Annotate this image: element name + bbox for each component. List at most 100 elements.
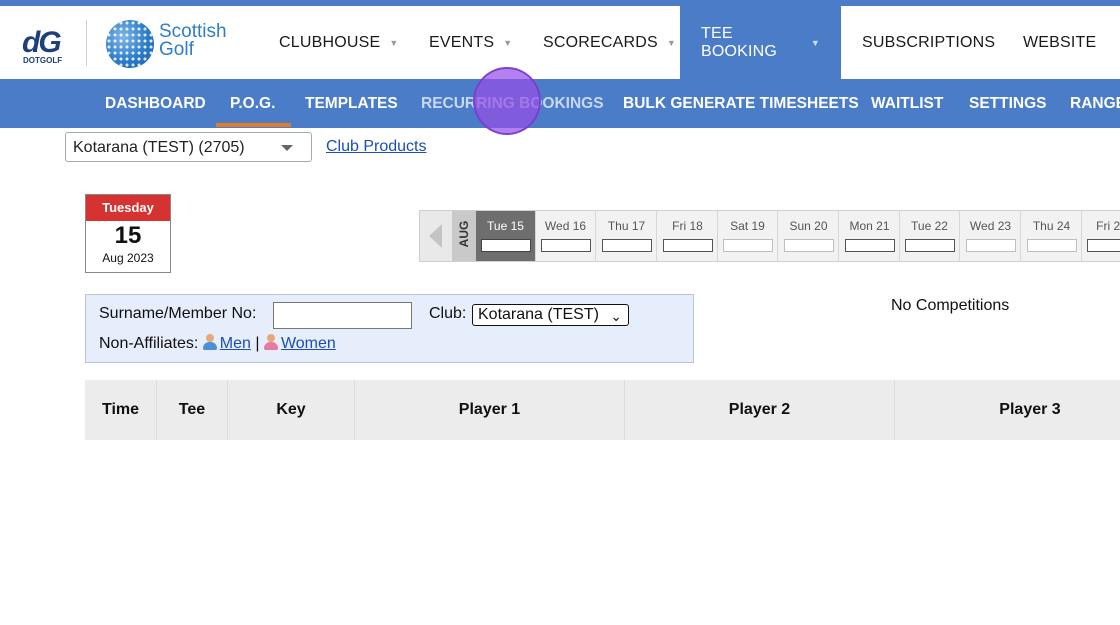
arrow-left-icon bbox=[429, 224, 442, 248]
no-competitions-text: No Competitions bbox=[891, 297, 1010, 314]
availability-bar bbox=[784, 239, 834, 252]
availability-bar bbox=[541, 239, 591, 252]
day-tab[interactable]: Sun 20 bbox=[779, 211, 839, 261]
nav-tee-booking-label: TEE BOOKING bbox=[701, 24, 778, 60]
chevron-down-icon: ⌄ bbox=[607, 306, 622, 325]
day-tab-label: Thu 24 bbox=[1032, 219, 1071, 233]
subnav-bulk-generate-timesheets[interactable]: BULK GENERATE TIMESHEETS bbox=[623, 79, 859, 128]
male-person-icon bbox=[202, 334, 217, 350]
nav-website-label: WEBSITE bbox=[1023, 33, 1097, 51]
day-tab[interactable]: Wed 16 bbox=[536, 211, 596, 261]
dotgolf-logo-text: DOTGOLF bbox=[23, 56, 63, 65]
member-search-panel: Surname/Member No: Club: Kotarana (TEST)… bbox=[85, 294, 694, 363]
club-filter-value: Kotarana (TEST) bbox=[478, 306, 599, 323]
logo-divider bbox=[86, 20, 87, 66]
column-header-player-3: Player 3 bbox=[999, 401, 1061, 418]
club-filter-select[interactable]: Kotarana (TEST) ⌄ bbox=[472, 304, 629, 326]
men-link[interactable]: Men bbox=[220, 335, 251, 352]
day-tab[interactable]: Mon 21 bbox=[840, 211, 900, 261]
female-person-icon bbox=[263, 334, 278, 350]
date-card-day: 15 bbox=[114, 222, 142, 249]
timesheet-header: Time Tee Key Player 1 Player 2 Player 3 bbox=[85, 380, 1120, 440]
day-tab-label: Fri 25 bbox=[1096, 219, 1120, 233]
subnav-templates[interactable]: TEMPLATES bbox=[305, 79, 398, 128]
subnav-settings[interactable]: SETTINGS bbox=[969, 79, 1047, 128]
nav-tee-booking[interactable]: TEE BOOKING ▼ bbox=[680, 6, 841, 79]
non-affiliates-row: Non-Affiliates: Men | Women bbox=[99, 334, 336, 353]
nav-scorecards[interactable]: SCORECARDS ▼ bbox=[543, 6, 676, 79]
caret-down-icon: ▼ bbox=[810, 37, 820, 48]
day-tab-label: Fri 18 bbox=[672, 219, 703, 233]
subnav-dashboard[interactable]: DASHBOARD bbox=[105, 79, 206, 128]
caret-down-icon: ▼ bbox=[503, 37, 513, 48]
dotgolf-logo-mark: dG bbox=[22, 26, 62, 59]
dropdown-arrow-icon bbox=[281, 145, 293, 151]
day-tab[interactable]: Fri 18 bbox=[658, 211, 718, 261]
nav-subscriptions[interactable]: SUBSCRIPTIONS bbox=[862, 6, 995, 79]
day-tab[interactable]: Wed 23 bbox=[961, 211, 1021, 261]
day-tab[interactable]: Fri 25 bbox=[1082, 211, 1120, 261]
previous-days-button[interactable] bbox=[420, 211, 452, 261]
column-header-player-1: Player 1 bbox=[355, 380, 625, 440]
club-select[interactable]: Kotarana (TEST) (2705) bbox=[65, 132, 312, 162]
column-header-player-2: Player 2 bbox=[625, 380, 895, 440]
availability-bar bbox=[905, 239, 955, 252]
date-card: Tuesday 15 Aug 2023 bbox=[85, 194, 171, 273]
day-selector: AUG Tue 15 Wed 16 Thu 17 Fri 18 Sat 19 S… bbox=[419, 210, 1120, 262]
day-tab-label: Wed 23 bbox=[969, 219, 1012, 233]
scottish-golf-ball-icon bbox=[106, 20, 154, 68]
availability-bar bbox=[966, 239, 1016, 252]
column-header-tee: Tee bbox=[157, 380, 228, 440]
nav-subscriptions-label: SUBSCRIPTIONS bbox=[862, 33, 996, 51]
column-header-key: Key bbox=[228, 380, 355, 440]
surname-input[interactable] bbox=[273, 302, 412, 329]
click-indicator bbox=[473, 67, 541, 135]
caret-down-icon: ▼ bbox=[666, 37, 677, 48]
day-tab-label: Sat 19 bbox=[730, 219, 765, 233]
day-tab-label: Wed 16 bbox=[544, 219, 587, 233]
day-tab[interactable]: Thu 17 bbox=[597, 211, 657, 261]
date-card-weekday: Tuesday bbox=[86, 195, 170, 221]
subnav-waitlist[interactable]: WAITLIST bbox=[871, 79, 943, 128]
non-affiliates-label: Non-Affiliates: bbox=[99, 335, 199, 352]
dotgolf-logo[interactable]: dG DOTGOLF bbox=[22, 26, 66, 68]
availability-bar bbox=[845, 239, 895, 252]
caret-down-icon: ▼ bbox=[389, 37, 399, 48]
column-header-time: Time bbox=[85, 380, 157, 440]
day-tab[interactable]: Tue 15 bbox=[476, 211, 536, 261]
day-tab-label: Tue 22 bbox=[911, 219, 948, 233]
club-select-value: Kotarana (TEST) (2705) bbox=[73, 139, 245, 156]
scottish-golf-line2: Golf bbox=[159, 39, 194, 60]
availability-bar bbox=[1087, 239, 1120, 252]
nav-scorecards-label: SCORECARDS bbox=[543, 33, 658, 51]
women-link[interactable]: Women bbox=[281, 335, 336, 352]
availability-bar bbox=[1027, 239, 1077, 252]
day-tab-label: Sun 20 bbox=[789, 219, 828, 233]
day-tab[interactable]: Thu 24 bbox=[1022, 211, 1082, 261]
nav-clubhouse-label: CLUBHOUSE bbox=[279, 33, 381, 51]
club-label: Club: bbox=[429, 305, 467, 322]
active-tab-indicator bbox=[216, 123, 291, 127]
subnav-range[interactable]: RANGE bbox=[1070, 79, 1120, 128]
day-tab[interactable]: Sat 19 bbox=[718, 211, 778, 261]
month-label: AUG bbox=[452, 211, 476, 261]
availability-bar bbox=[663, 239, 713, 252]
day-tab-label: Mon 21 bbox=[849, 219, 890, 233]
date-card-month-year: Aug 2023 bbox=[102, 251, 154, 265]
day-tab[interactable]: Tue 22 bbox=[900, 211, 960, 261]
sub-nav: DASHBOARD P.O.G. TEMPLATES RECURRING BOO… bbox=[0, 79, 1120, 128]
month-label-text: AUG bbox=[457, 220, 471, 248]
scottish-golf-logo[interactable]: Scottish Golf bbox=[159, 22, 227, 60]
availability-bar bbox=[481, 239, 531, 252]
subnav-pog[interactable]: P.O.G. bbox=[230, 79, 275, 128]
nav-website[interactable]: WEBSITE bbox=[1023, 6, 1096, 79]
availability-bar bbox=[723, 239, 773, 252]
club-products-link[interactable]: Club Products bbox=[326, 138, 427, 156]
nav-events-label: EVENTS bbox=[429, 33, 495, 51]
surname-label: Surname/Member No: bbox=[99, 305, 257, 322]
day-tab-label: Tue 15 bbox=[487, 219, 524, 233]
day-tab-label: Thu 17 bbox=[607, 219, 646, 233]
nav-clubhouse[interactable]: CLUBHOUSE ▼ bbox=[279, 6, 399, 79]
availability-bar bbox=[602, 239, 652, 252]
separator: | bbox=[255, 335, 260, 352]
